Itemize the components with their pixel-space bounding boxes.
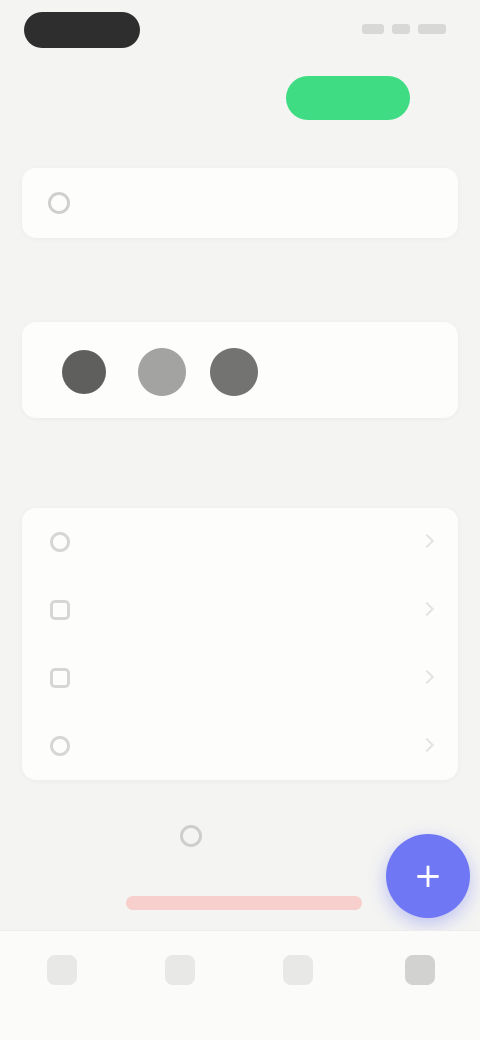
chat-icon [165, 955, 195, 985]
search-icon [48, 192, 70, 214]
avatar[interactable] [62, 350, 106, 394]
status-time-pill [24, 12, 140, 48]
menu-item-2[interactable] [22, 644, 458, 712]
nav-item-search[interactable] [266, 955, 330, 1015]
battery-icon [418, 24, 446, 34]
recent-card [22, 322, 458, 418]
search-icon [283, 955, 313, 985]
menu-item-3[interactable] [22, 712, 458, 780]
search-box[interactable] [22, 168, 458, 238]
status-bar [0, 0, 480, 62]
header-action-button[interactable] [286, 76, 410, 120]
chevron-right-icon [419, 737, 435, 753]
more-icon [180, 825, 202, 847]
bottom-nav [0, 930, 480, 1040]
nav-item-home[interactable] [30, 955, 94, 1015]
menu-item-0[interactable] [22, 508, 458, 576]
chevron-right-icon [419, 669, 435, 685]
help-icon [50, 736, 70, 756]
nav-item-profile[interactable] [388, 955, 452, 1015]
user-icon [50, 532, 70, 552]
add-button[interactable]: + [386, 834, 470, 918]
header [0, 70, 480, 126]
shield-icon [50, 600, 70, 620]
logout-button[interactable] [126, 896, 362, 910]
nav-item-chat[interactable] [148, 955, 212, 1015]
home-icon [47, 955, 77, 985]
avatar[interactable] [210, 348, 258, 396]
wifi-icon [392, 24, 410, 34]
profile-icon [405, 955, 435, 985]
menu-list [22, 508, 458, 780]
avatar[interactable] [138, 348, 186, 396]
signal-icon [362, 24, 384, 34]
chevron-right-icon [419, 533, 435, 549]
status-icons [356, 24, 446, 38]
more-button[interactable] [180, 818, 300, 854]
menu-item-1[interactable] [22, 576, 458, 644]
bell-icon [50, 668, 70, 688]
chevron-right-icon [419, 601, 435, 617]
